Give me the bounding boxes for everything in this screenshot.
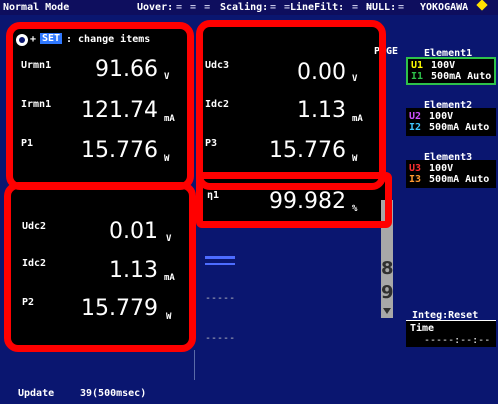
scaling-indicator: = = <box>270 2 292 13</box>
element1-u-range: 100V <box>431 60 456 71</box>
element1-i-range: 500mA Auto <box>431 71 492 82</box>
scroll-down-arrow-icon[interactable] <box>383 308 391 314</box>
highlight-box-2 <box>196 20 386 190</box>
page-number-8: 8 <box>381 258 394 279</box>
element1-voltage-range: U1 100V <box>411 60 455 71</box>
empty-item-placeholder-2: ----- <box>205 333 236 344</box>
element1-current-range: I1 500mA Auto <box>411 71 491 82</box>
element3-i-range: 500mA Auto <box>429 174 490 185</box>
element2-u-range: 100V <box>429 111 454 122</box>
element2-i-tag: I2 <box>409 122 422 133</box>
integ-time-value: -----:--:-- <box>424 335 491 346</box>
brand-logo: YOKOGAWA <box>420 2 469 13</box>
null-label: NULL: <box>366 2 397 13</box>
element2-u-tag: U2 <box>409 111 422 122</box>
display-mode: Normal Mode <box>3 2 70 13</box>
highlight-box-4 <box>196 172 392 228</box>
update-rate: 39(500msec) <box>80 388 147 399</box>
column-divider <box>194 350 195 380</box>
highlight-box-1 <box>6 22 194 190</box>
element1-range-box: U1 100V I1 500mA Auto <box>406 57 496 85</box>
element3-voltage-range: U3 100V <box>409 163 453 174</box>
element1-i-tag: I1 <box>411 71 424 82</box>
brand-diamond-icon <box>476 0 488 11</box>
element3-range-box: U3 100V I3 500mA Auto <box>406 160 496 188</box>
element2-voltage-range: U2 100V <box>409 111 453 122</box>
uover-label: Uover: <box>137 2 174 13</box>
cursor-highlight-bar <box>205 256 235 259</box>
page-number-9: 9 <box>381 282 394 303</box>
null-indicator: = <box>398 2 406 13</box>
linefilt-label: LineFilt: <box>290 2 345 13</box>
integ-time-box: Time -----:--:-- <box>406 320 496 347</box>
element2-current-range: I2 500mA Auto <box>409 122 489 133</box>
element2-range-box: U2 100V I2 500mA Auto <box>406 108 496 136</box>
integ-time-label: Time <box>410 323 435 334</box>
element3-current-range: I3 500mA Auto <box>409 174 489 185</box>
element3-i-tag: I3 <box>409 174 422 185</box>
update-label: Update <box>18 388 55 399</box>
element1-u-tag: U1 <box>411 60 424 71</box>
highlight-box-3 <box>4 182 196 352</box>
element3-u-range: 100V <box>429 163 454 174</box>
wattmeter-screen: Normal Mode Uover: = = = Scaling: = = Li… <box>0 0 498 404</box>
element2-i-range: 500mA Auto <box>429 122 490 133</box>
element3-u-tag: U3 <box>409 163 422 174</box>
status-bar: Normal Mode Uover: = = = Scaling: = = Li… <box>0 0 498 15</box>
uover-indicator: = = = <box>176 2 212 13</box>
empty-item-placeholder-1: ----- <box>205 293 236 304</box>
scaling-label: Scaling: <box>220 2 269 13</box>
cursor-highlight-bar-2 <box>205 263 235 265</box>
